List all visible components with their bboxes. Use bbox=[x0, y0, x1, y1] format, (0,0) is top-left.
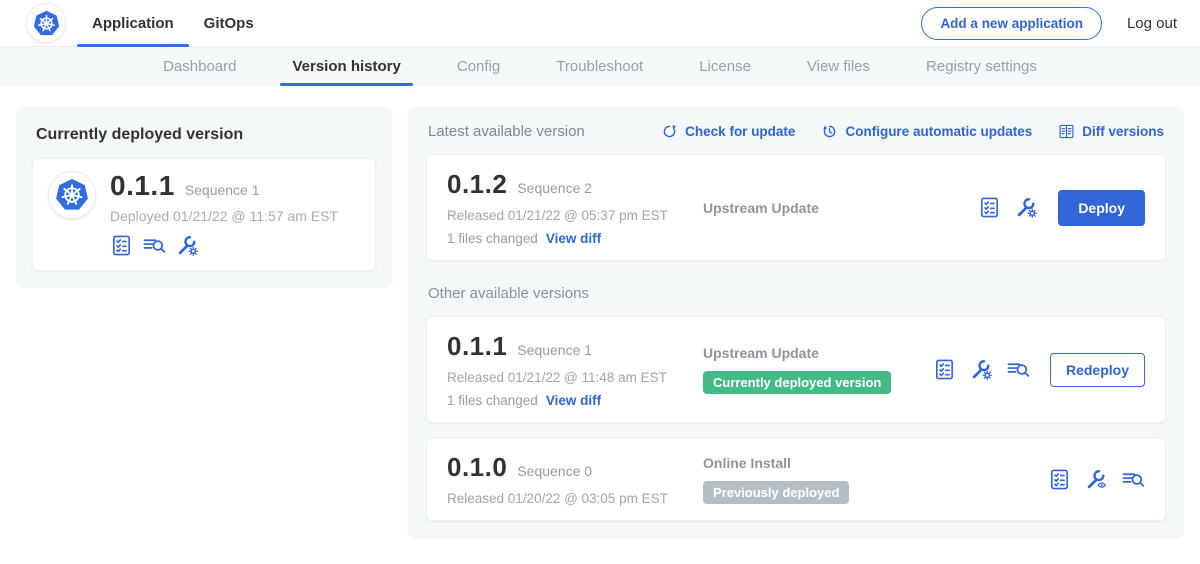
subnav-item-view-files[interactable]: View files bbox=[807, 47, 870, 86]
version-row-actions bbox=[1048, 468, 1145, 491]
latest-available-title: Latest available version bbox=[428, 123, 585, 140]
kubernetes-logo-icon bbox=[49, 172, 95, 218]
files-changed-label: 1 files changed bbox=[447, 393, 538, 408]
subnav-item-config[interactable]: Config bbox=[457, 47, 500, 86]
subnav-item-version-history[interactable]: Version history bbox=[292, 47, 400, 86]
version-actions: Check for update Configure automatic upda… bbox=[661, 123, 1164, 140]
config-icon[interactable] bbox=[1015, 196, 1038, 219]
release-notes-icon[interactable] bbox=[933, 358, 956, 381]
version-sequence: Sequence 2 bbox=[517, 180, 592, 196]
header-right: Add a new application Log out bbox=[921, 0, 1177, 46]
version-status-badge: Previously deployed bbox=[703, 481, 849, 504]
refresh-icon bbox=[661, 123, 678, 140]
current-version-number: 0.1.1 bbox=[110, 170, 175, 202]
other-versions-list: 0.1.1 Sequence 1 Released 01/21/22 @ 11:… bbox=[426, 316, 1166, 521]
current-version-actions bbox=[110, 234, 338, 257]
action-label: Check for update bbox=[685, 124, 795, 139]
version-status-badge: Currently deployed version bbox=[703, 371, 891, 394]
current-version-sequence: Sequence 1 bbox=[185, 182, 260, 198]
release-notes-icon[interactable] bbox=[110, 234, 133, 257]
header-tabs: Application GitOps bbox=[92, 0, 254, 46]
config-icon[interactable] bbox=[970, 358, 993, 381]
logs-icon[interactable] bbox=[1007, 358, 1030, 381]
available-versions-panel: Latest available version Check for updat… bbox=[408, 107, 1184, 539]
version-released-date: Released 01/20/22 @ 03:05 pm EST bbox=[447, 491, 703, 506]
action-check-for-update[interactable]: Check for update bbox=[661, 123, 795, 140]
deploy-button[interactable]: Deploy bbox=[1058, 190, 1145, 226]
app-subnav: Dashboard Version history Config Troublesho… bbox=[0, 47, 1200, 86]
release-notes-icon[interactable] bbox=[978, 196, 1001, 219]
currently-deployed-card: 0.1.1 Sequence 1 Deployed 01/21/22 @ 11:… bbox=[32, 158, 376, 271]
version-number: 0.1.1 bbox=[447, 331, 507, 362]
logs-icon[interactable] bbox=[143, 234, 166, 257]
release-notes-icon[interactable] bbox=[1048, 468, 1071, 491]
version-source-label: Upstream Update bbox=[703, 345, 923, 361]
main-content: Currently deployed version 0.1.1 Sequenc… bbox=[0, 86, 1200, 560]
version-row: 0.1.1 Sequence 1 Released 01/21/22 @ 11:… bbox=[426, 316, 1166, 423]
version-released-date: Released 01/21/22 @ 11:48 am EST bbox=[447, 370, 703, 385]
action-configure-automatic-updates[interactable]: Configure automatic updates bbox=[821, 123, 1032, 140]
currently-deployed-title: Currently deployed version bbox=[36, 126, 376, 144]
top-header: Application GitOps Add a new application … bbox=[0, 0, 1200, 47]
subnav-item-dashboard[interactable]: Dashboard bbox=[163, 47, 236, 86]
current-version-deployed-date: Deployed 01/21/22 @ 11:57 am EST bbox=[110, 208, 338, 224]
version-released-date: Released 01/21/22 @ 05:37 pm EST bbox=[447, 208, 703, 223]
diff-icon bbox=[1058, 123, 1075, 140]
version-row: 0.1.2 Sequence 2 Released 01/21/22 @ 05:… bbox=[426, 154, 1166, 261]
header-tab-gitops[interactable]: GitOps bbox=[204, 0, 254, 46]
action-diff-versions[interactable]: Diff versions bbox=[1058, 123, 1164, 140]
version-source-label: Upstream Update bbox=[703, 200, 968, 216]
action-label: Configure automatic updates bbox=[845, 124, 1032, 139]
version-sequence: Sequence 1 bbox=[517, 342, 592, 358]
subnav-item-troubleshoot[interactable]: Troubleshoot bbox=[556, 47, 643, 86]
header-tab-application[interactable]: Application bbox=[92, 0, 174, 46]
version-sequence: Sequence 0 bbox=[517, 463, 592, 479]
latest-version-list: 0.1.2 Sequence 2 Released 01/21/22 @ 05:… bbox=[426, 154, 1166, 261]
schedule-icon bbox=[821, 123, 838, 140]
config-view-icon[interactable] bbox=[1085, 468, 1108, 491]
view-diff-link[interactable]: View diff bbox=[546, 231, 601, 246]
subnav-item-license[interactable]: License bbox=[699, 47, 751, 86]
logout-button[interactable]: Log out bbox=[1127, 15, 1177, 32]
kubernetes-logo-icon bbox=[27, 4, 65, 42]
view-diff-link[interactable]: View diff bbox=[546, 393, 601, 408]
action-label: Diff versions bbox=[1082, 124, 1164, 139]
version-row-actions: Deploy bbox=[978, 190, 1145, 226]
version-number: 0.1.0 bbox=[447, 452, 507, 483]
subnav-item-registry-settings[interactable]: Registry settings bbox=[926, 47, 1037, 86]
config-icon[interactable] bbox=[176, 234, 199, 257]
version-row-actions: Redeploy bbox=[933, 353, 1145, 387]
logs-icon[interactable] bbox=[1122, 468, 1145, 491]
version-number: 0.1.2 bbox=[447, 169, 507, 200]
other-available-title: Other available versions bbox=[428, 285, 1164, 302]
currently-deployed-panel: Currently deployed version 0.1.1 Sequenc… bbox=[16, 107, 392, 288]
version-source-label: Online Install bbox=[703, 455, 1038, 471]
add-new-application-button[interactable]: Add a new application bbox=[921, 7, 1102, 40]
version-row: 0.1.0 Sequence 0 Released 01/20/22 @ 03:… bbox=[426, 437, 1166, 521]
redeploy-button[interactable]: Redeploy bbox=[1050, 353, 1145, 387]
files-changed-label: 1 files changed bbox=[447, 231, 538, 246]
